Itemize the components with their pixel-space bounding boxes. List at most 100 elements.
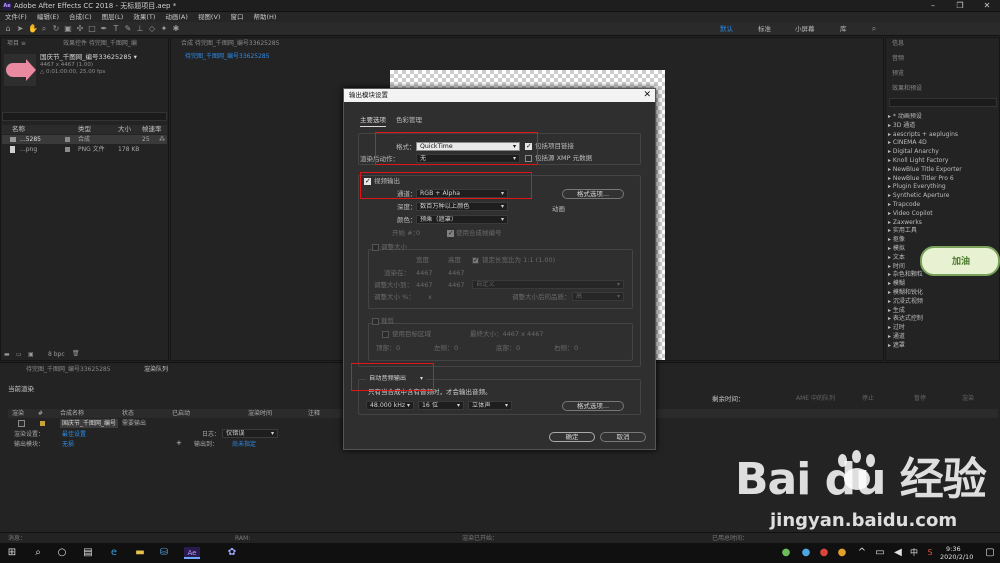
lock-aspect-checkbox[interactable] <box>472 256 479 264</box>
project-row[interactable]: ...png PNG 文件 178 KB <box>2 145 167 154</box>
effects-category[interactable]: ▸ Digital Anarchy <box>888 148 939 157</box>
channel-layout-select[interactable]: 立体声 ▾ <box>468 401 512 410</box>
resize-quality-select[interactable]: 高 ▾ <box>572 292 624 301</box>
timeline-tab[interactable]: 待完图_千图网_编号33625285 <box>22 365 111 375</box>
ame-queue-button[interactable]: AME 中的队列 <box>796 394 835 403</box>
col-size[interactable]: 大小 <box>118 125 131 134</box>
effects-category[interactable]: ▸ 通道 <box>888 333 905 342</box>
cancel-button[interactable]: 取消 <box>600 432 646 442</box>
menu-layer[interactable]: 图层(L) <box>97 12 129 22</box>
effects-search-input[interactable] <box>889 98 997 107</box>
rectangle-tool-icon[interactable]: □ <box>88 25 96 33</box>
workspace-standard[interactable]: 标准 <box>758 24 771 34</box>
pause-button[interactable]: 暂停 <box>914 394 926 403</box>
dialog-close-button[interactable]: ✕ <box>643 89 651 102</box>
audio-tab[interactable]: 音频 <box>888 54 904 64</box>
project-row[interactable]: ...5285 合成 25 ⁂ <box>2 135 167 144</box>
menu-file[interactable]: 文件(F) <box>0 12 32 22</box>
type-tool-icon[interactable]: T <box>112 25 120 33</box>
file-explorer-icon[interactable]: ▬ <box>134 547 146 559</box>
output-to-value[interactable]: 尚未指定 <box>232 440 256 449</box>
render-comp-name[interactable]: 国庆节_千图网_编号 <box>60 419 119 428</box>
effects-category[interactable]: ▸ 沉浸式视频 <box>888 298 923 307</box>
label-color-swatch[interactable] <box>65 147 70 152</box>
hand-tool-icon[interactable]: ✋ <box>28 25 38 33</box>
tray-app-icon[interactable]: ● <box>818 547 830 559</box>
effects-category[interactable]: ▸ NewBlue Title Exporter <box>888 166 962 175</box>
label-color-swatch[interactable] <box>65 137 70 142</box>
effects-category[interactable]: ▸ 模糊 <box>888 280 905 289</box>
store-icon[interactable]: ⛁ <box>158 547 170 559</box>
puppet-tool-icon[interactable]: ✱ <box>172 25 180 33</box>
bit-depth-select[interactable]: 16 位 ▾ <box>418 401 464 410</box>
menu-help[interactable]: 帮助(H) <box>248 12 281 22</box>
label-color-swatch[interactable] <box>40 421 45 426</box>
effects-category[interactable]: ▸ CINEMA 4D <box>888 139 927 148</box>
new-comp-icon[interactable]: ▣ <box>28 351 34 358</box>
project-search-input[interactable] <box>2 112 167 121</box>
effects-category[interactable]: ▸ aescripts + aeplugins <box>888 131 958 140</box>
app-taskbar-icon[interactable]: ✿ <box>226 547 238 559</box>
effects-category[interactable]: ▸ 表达式控制 <box>888 315 923 324</box>
effects-category[interactable]: ▸ NewBlue Titler Pro 6 <box>888 175 954 184</box>
tray-app-icon[interactable]: ● <box>836 547 848 559</box>
tab-color-management[interactable]: 色彩管理 <box>396 114 422 126</box>
brush-tool-icon[interactable]: ✎ <box>124 25 132 33</box>
bpc-toggle[interactable]: 8 bpc <box>48 350 65 359</box>
tray-expand-icon[interactable]: ^ <box>856 547 868 559</box>
use-roi-checkbox[interactable] <box>382 331 389 338</box>
menu-view[interactable]: 视图(V) <box>193 12 226 22</box>
task-view-icon[interactable]: ▤ <box>82 547 94 559</box>
cortana-icon[interactable]: ○ <box>56 547 68 559</box>
effects-category[interactable]: ▸ 实用工具 <box>888 227 917 236</box>
menu-animation[interactable]: 动画(A) <box>160 12 193 22</box>
info-tab[interactable]: 信息 <box>888 39 904 49</box>
render-button[interactable]: 渲染 <box>962 394 974 403</box>
render-settings-value[interactable]: 最佳设置 <box>62 430 86 439</box>
search-icon[interactable]: ⌕ <box>32 547 44 559</box>
maximize-button[interactable]: ❐ <box>947 0 973 12</box>
effects-category[interactable]: ▸ * 动画预设 <box>888 113 922 122</box>
composition-tab[interactable]: 合成 待完图_千图网_编号33625285 <box>177 39 279 49</box>
selection-tool-icon[interactable]: ➤ <box>16 25 24 33</box>
project-tab[interactable]: 项目 ≡ <box>3 39 26 49</box>
resize-preset-select[interactable]: 自定义 ▾ <box>472 280 624 289</box>
clock-date[interactable]: 2020/2/10 <box>940 553 973 562</box>
minimize-button[interactable]: – <box>920 0 946 12</box>
clone-tool-icon[interactable]: ⊥ <box>136 25 144 33</box>
workspace-default[interactable]: 默认 <box>720 24 733 34</box>
eraser-tool-icon[interactable]: ◇ <box>148 25 156 33</box>
effects-category[interactable]: ▸ 模糊和锐化 <box>888 289 923 298</box>
format-options-button[interactable]: 格式选项... <box>562 189 624 199</box>
interpret-footage-icon[interactable]: ▬ <box>4 351 10 358</box>
output-module-value[interactable]: 无损 <box>62 440 74 449</box>
trash-icon[interactable]: 🗑 <box>72 350 80 357</box>
col-fps[interactable]: 帧速率 <box>142 125 162 134</box>
workspace-library[interactable]: 库 <box>840 24 847 34</box>
menu-effect[interactable]: 效果(T) <box>128 12 160 22</box>
color-select[interactable]: 预乘（遮罩） ▾ <box>416 215 508 224</box>
log-select[interactable]: 仅错误 ▾ <box>222 429 278 438</box>
col-name[interactable]: 名称 <box>12 125 25 134</box>
effects-category[interactable]: ▸ Video Copilot <box>888 210 933 219</box>
windows-start-icon[interactable]: ⊞ <box>6 547 18 559</box>
use-comp-frame-checkbox[interactable] <box>447 229 454 237</box>
preview-tab[interactable]: 预览 <box>888 69 904 79</box>
effects-presets-tab[interactable]: 效果和预设 <box>888 84 922 94</box>
composition-subtab[interactable]: 待完图_千图网_编号33625285 <box>181 52 270 62</box>
sample-rate-select[interactable]: 48.000 kHz ▾ <box>366 401 414 410</box>
effects-category[interactable]: ▸ 文本 <box>888 254 905 263</box>
effects-category[interactable]: ▸ 遮罩 <box>888 342 905 351</box>
effects-category[interactable]: ▸ 过时 <box>888 324 905 333</box>
render-checkbox[interactable] <box>18 420 25 427</box>
pan-behind-tool-icon[interactable]: ✣ <box>76 25 84 33</box>
audio-format-options-button[interactable]: 格式选项... <box>562 401 624 411</box>
effects-category[interactable]: ▸ Plugin Everything <box>888 183 946 192</box>
edge-browser-icon[interactable]: e <box>108 547 120 559</box>
effects-category[interactable]: ▸ Synthetic Aperture <box>888 192 949 201</box>
effect-controls-tab[interactable]: 效果控件 待完图_千图网_编 <box>59 39 169 49</box>
effects-category[interactable]: ▸ Trapcode <box>888 201 920 210</box>
roto-tool-icon[interactable]: ✦ <box>160 25 168 33</box>
tray-app-icon[interactable]: S <box>924 547 936 559</box>
pen-tool-icon[interactable]: ✒ <box>100 25 108 33</box>
